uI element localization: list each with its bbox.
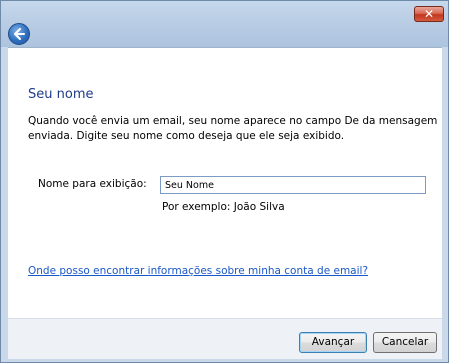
example-hint: Por exemplo: João Silva <box>162 201 285 213</box>
title-bar: ✕ <box>1 1 448 47</box>
close-button[interactable]: ✕ <box>414 6 444 22</box>
close-icon: ✕ <box>423 7 435 21</box>
next-button[interactable]: Avançar <box>299 332 367 353</box>
content-panel: Seu nome Quando você envia um email, seu… <box>8 47 442 318</box>
back-arrow-icon <box>14 28 25 40</box>
page-description: Quando você envia um email, seu nome apa… <box>28 115 438 142</box>
cancel-button[interactable]: Cancelar <box>373 332 437 353</box>
wizard-window: ✕ Seu nome Quando você envia um email, s… <box>0 0 449 363</box>
display-name-input[interactable] <box>160 176 426 194</box>
back-button[interactable] <box>8 23 30 45</box>
page-title: Seu nome <box>28 87 94 102</box>
display-name-label: Nome para exibição: <box>38 178 147 190</box>
help-link[interactable]: Onde posso encontrar informações sobre m… <box>28 265 368 277</box>
footer-bar: Avançar Cancelar <box>8 318 442 359</box>
